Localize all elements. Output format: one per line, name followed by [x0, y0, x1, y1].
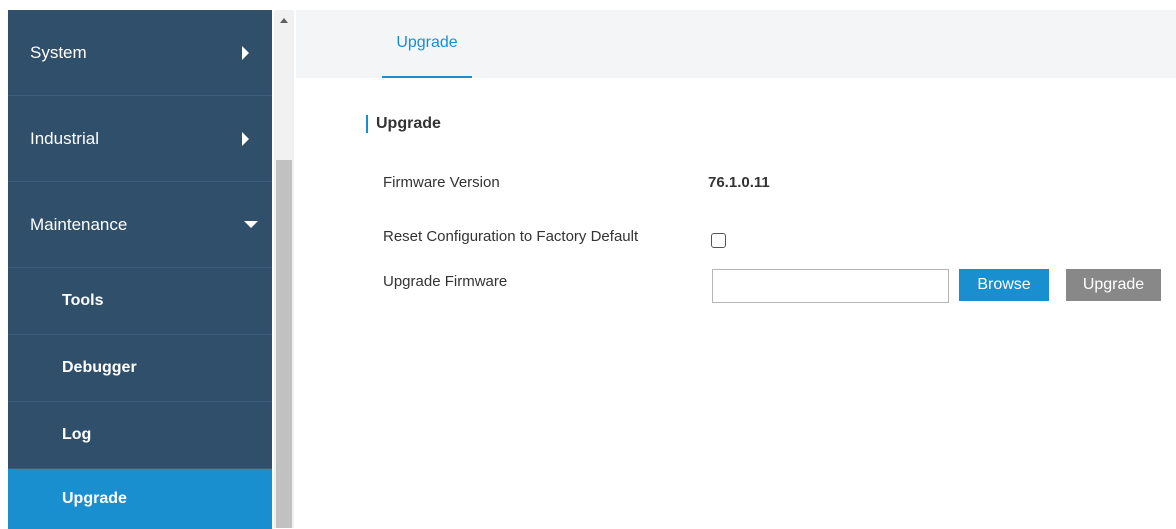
reset-config-checkbox[interactable] [711, 233, 726, 248]
sidebar-scrollbar[interactable] [274, 10, 294, 528]
sidebar-subitem-label: Tools [62, 292, 104, 309]
tab-upgrade[interactable]: Upgrade [382, 10, 472, 78]
main-content: Upgrade Firmware Version 76.1.0.11 Reset… [296, 78, 1176, 528]
firmware-version-label: Firmware Version [383, 174, 500, 191]
sidebar-item-label: Maintenance [30, 214, 128, 234]
scroll-up-arrow-icon[interactable] [280, 18, 288, 23]
sidebar-subitem-log[interactable]: Log [8, 402, 272, 469]
sidebar: System Industrial Maintenance Tools Debu… [8, 10, 272, 529]
browse-button[interactable]: Browse [959, 269, 1049, 301]
sidebar-item-system[interactable]: System [8, 10, 272, 96]
scrollbar-thumb[interactable] [276, 160, 292, 528]
sidebar-subitem-label: Debugger [62, 359, 137, 376]
firmware-file-input[interactable] [712, 269, 949, 303]
firmware-version-value: 76.1.0.11 [708, 174, 770, 191]
sidebar-item-maintenance[interactable]: Maintenance [8, 182, 272, 268]
sidebar-subitem-tools[interactable]: Tools [8, 268, 272, 335]
tab-bar: Upgrade [296, 10, 1176, 78]
sidebar-item-label: Industrial [30, 128, 99, 148]
chevron-right-icon [242, 45, 249, 60]
sidebar-item-industrial[interactable]: Industrial [8, 96, 272, 182]
reset-config-label: Reset Configuration to Factory Default [383, 228, 639, 245]
sidebar-subitem-label: Log [62, 426, 92, 443]
chevron-right-icon [242, 131, 249, 146]
chevron-down-icon [244, 220, 258, 228]
sidebar-item-label: System [30, 42, 87, 62]
upgrade-firmware-label: Upgrade Firmware [383, 273, 508, 290]
upgrade-button[interactable]: Upgrade [1066, 269, 1161, 301]
section-title: Upgrade [366, 115, 441, 133]
sidebar-subitem-upgrade[interactable]: Upgrade [8, 469, 272, 529]
sidebar-subitem-label: Upgrade [62, 490, 127, 507]
sidebar-subitem-debugger[interactable]: Debugger [8, 335, 272, 402]
